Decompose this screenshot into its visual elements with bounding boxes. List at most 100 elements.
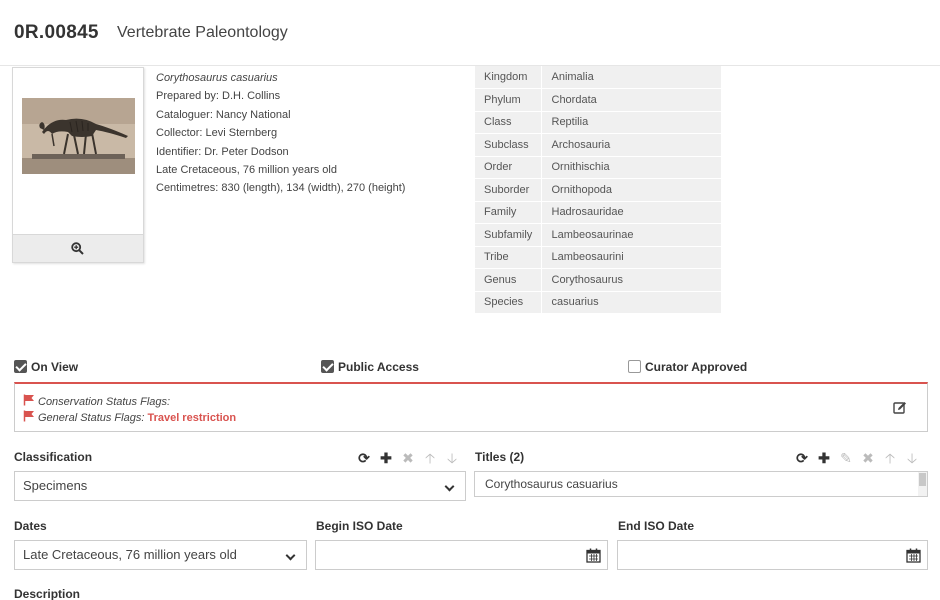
- taxonomy-value: Chordata: [541, 88, 721, 112]
- plus-icon[interactable]: ✚: [817, 451, 831, 465]
- titles-scrollbar[interactable]: [918, 472, 927, 496]
- taxonomy-row: Class Reptilia: [475, 111, 721, 134]
- titles-list[interactable]: Corythosaurus casuarius: [474, 471, 928, 497]
- taxonomy-row: Suborder Ornithopoda: [475, 178, 721, 202]
- arrow-up-icon[interactable]: 🡡: [423, 451, 437, 465]
- arrow-down-icon[interactable]: 🡣: [445, 451, 459, 465]
- taxonomy-value: Lambeosaurinae: [541, 223, 721, 247]
- scrollbar-thumb[interactable]: [919, 473, 926, 486]
- chevron-down-icon: [285, 550, 296, 561]
- refresh-icon[interactable]: ⟳: [795, 451, 809, 465]
- taxonomy-rank: Suborder: [475, 178, 542, 202]
- dates-value: Late Cretaceous, 76 million years old: [23, 547, 237, 562]
- taxonomy-row: Phylum Chordata: [475, 88, 721, 112]
- calendar-icon[interactable]: [906, 548, 921, 563]
- arrow-up-icon[interactable]: 🡡: [883, 451, 897, 465]
- title-item[interactable]: Corythosaurus casuarius: [485, 477, 618, 491]
- titles-count: (2): [509, 450, 525, 464]
- curator-approved-checkbox[interactable]: Curator Approved: [628, 360, 747, 374]
- specimen-photo[interactable]: [22, 98, 135, 174]
- dates-label: Dates: [14, 519, 47, 533]
- taxonomy-row: Subclass Archosauria: [475, 133, 721, 157]
- conservation-flags: Conservation Status Flags:: [23, 394, 170, 408]
- taxonomy-value: Ornithischia: [541, 156, 721, 179]
- on-view-check[interactable]: [14, 360, 27, 373]
- on-view-checkbox[interactable]: On View: [14, 360, 78, 374]
- taxonomy-row: Tribe Lambeosaurini: [475, 246, 721, 269]
- taxonomy-row: Family Hadrosauridae: [475, 201, 721, 224]
- object-thumbnail: [12, 67, 144, 263]
- collector: Collector: Levi Sternberg: [156, 127, 278, 140]
- begin-iso-date-label: Begin ISO Date: [316, 519, 403, 533]
- edit-icon[interactable]: ✎: [839, 451, 853, 465]
- public-access-checkbox[interactable]: Public Access: [321, 360, 419, 374]
- on-view-label: On View: [31, 360, 79, 374]
- taxonomy-rank: Family: [475, 201, 542, 224]
- taxonomy-rank: Subfamily: [475, 223, 542, 247]
- taxonomy-value: Animalia: [541, 66, 721, 89]
- taxonomy-rank: Kingdom: [475, 66, 542, 89]
- curator-approved-check[interactable]: [628, 360, 641, 373]
- flag-icon: [23, 394, 34, 406]
- taxonomy-row: Order Ornithischia: [475, 156, 721, 179]
- taxonomy-value: Lambeosaurini: [541, 246, 721, 269]
- edit-icon[interactable]: [893, 401, 907, 415]
- taxonomy-row: Kingdom Animalia: [475, 66, 721, 89]
- taxonomy-value: Corythosaurus: [541, 268, 721, 292]
- taxonomy-rank: Order: [475, 156, 542, 179]
- calendar-icon[interactable]: [586, 548, 601, 563]
- refresh-icon[interactable]: ⟳: [357, 451, 371, 465]
- taxonomy-rank: Phylum: [475, 88, 542, 112]
- taxonomy-rank: Subclass: [475, 133, 542, 157]
- identifier: Identifier: Dr. Peter Dodson: [156, 145, 289, 158]
- plus-icon[interactable]: ✚: [379, 451, 393, 465]
- taxonomy-value: Ornithopoda: [541, 178, 721, 202]
- taxonomy-value: Reptilia: [541, 111, 721, 134]
- taxonomy-value: casuarius: [541, 291, 721, 314]
- status-flags-panel: Conservation Status Flags: General Statu…: [14, 382, 928, 432]
- end-iso-date-label: End ISO Date: [618, 519, 695, 533]
- taxonomy-row: Subfamily Lambeosaurinae: [475, 223, 721, 247]
- taxonomy-rank: Tribe: [475, 246, 542, 269]
- taxonomy-table: Kingdom Animalia Phylum Chordata Class Rept…: [475, 66, 721, 314]
- general-flags: General Status Flags: Travel restriction: [23, 410, 236, 424]
- close-icon[interactable]: ✖: [861, 451, 875, 465]
- zoom-in-icon: [71, 242, 84, 255]
- cataloguer: Cataloguer: Nancy National: [156, 108, 291, 121]
- taxonomy-rank: Species: [475, 291, 542, 314]
- conservation-flags-label: Conservation Status Flags:: [38, 396, 171, 408]
- classification-select[interactable]: Specimens: [14, 471, 466, 501]
- dates-select[interactable]: Late Cretaceous, 76 million years old: [14, 540, 307, 570]
- taxonomy-value: Hadrosauridae: [541, 201, 721, 224]
- flag-icon: [23, 410, 34, 422]
- taxonomy-row: Species casuarius: [475, 291, 721, 314]
- geologic-age: Late Cretaceous, 76 million years old: [156, 163, 337, 176]
- record-department: Vertebrate Paleontology: [117, 24, 288, 41]
- begin-iso-date-input[interactable]: [315, 540, 608, 570]
- prepared-by: Prepared by: D.H. Collins: [156, 90, 281, 103]
- public-access-check[interactable]: [321, 360, 334, 373]
- taxonomy-value: Archosauria: [541, 133, 721, 157]
- taxonomy-row: Genus Corythosaurus: [475, 268, 721, 292]
- object-summary: Corythosaurus casuarius Prepared by: D.H…: [156, 71, 405, 200]
- curator-approved-label: Curator Approved: [645, 360, 748, 374]
- record-number: 0R.00845: [14, 22, 99, 43]
- public-access-label: Public Access: [338, 360, 419, 374]
- classification-value: Specimens: [23, 478, 88, 493]
- dimensions: Centimetres: 830 (length), 134 (width), …: [156, 182, 406, 195]
- titles-label-text: Titles: [475, 450, 507, 464]
- record-header: 0R.00845 Vertebrate Paleontology: [0, 0, 940, 66]
- arrow-down-icon[interactable]: 🡣: [905, 451, 919, 465]
- end-iso-date-input[interactable]: [617, 540, 928, 570]
- travel-restriction-flag: Travel restriction: [147, 412, 237, 424]
- taxonomy-rank: Class: [475, 111, 542, 134]
- close-icon[interactable]: ✖: [401, 451, 415, 465]
- classification-label: Classification: [14, 450, 93, 464]
- description-label: Description: [14, 587, 81, 600]
- general-flags-label: General Status Flags:: [38, 412, 145, 424]
- scientific-name: Corythosaurus casuarius: [156, 72, 278, 84]
- taxonomy-rank: Genus: [475, 268, 542, 292]
- zoom-button[interactable]: [13, 234, 143, 262]
- chevron-down-icon: [444, 481, 455, 492]
- titles-label: Titles (2): [475, 450, 524, 464]
